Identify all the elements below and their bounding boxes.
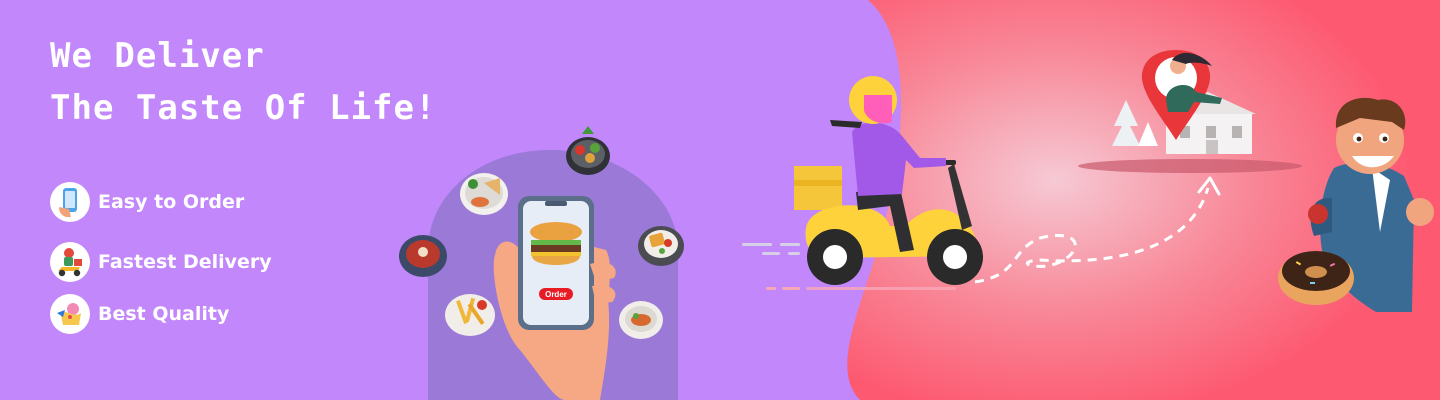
food-plate-toast <box>638 226 684 266</box>
delivery-route-dotted-line <box>974 187 1210 284</box>
illustrations: Order <box>399 50 1434 400</box>
ground-shadow <box>1078 159 1302 173</box>
phone-in-hand-illustration: Order <box>399 126 684 400</box>
donut-icon <box>1278 251 1354 305</box>
food-plate-sandwich <box>460 173 508 215</box>
delivery-scooter-illustration <box>742 76 983 290</box>
hero-banner: We Deliver The Taste Of Life! Easy to Or… <box>0 0 1440 400</box>
delivery-box <box>794 166 842 210</box>
food-plate-salad <box>566 126 610 175</box>
tree-icon <box>1112 100 1140 146</box>
food-plate-fries <box>445 294 495 336</box>
order-button-label: Order <box>545 290 567 299</box>
destination-illustration <box>1078 50 1302 173</box>
food-plate-dish <box>619 301 663 339</box>
rider-torso <box>852 122 946 196</box>
route-arrow-icon <box>1197 176 1221 196</box>
character-illustration <box>1278 97 1434 312</box>
food-plate-soup <box>399 235 447 277</box>
